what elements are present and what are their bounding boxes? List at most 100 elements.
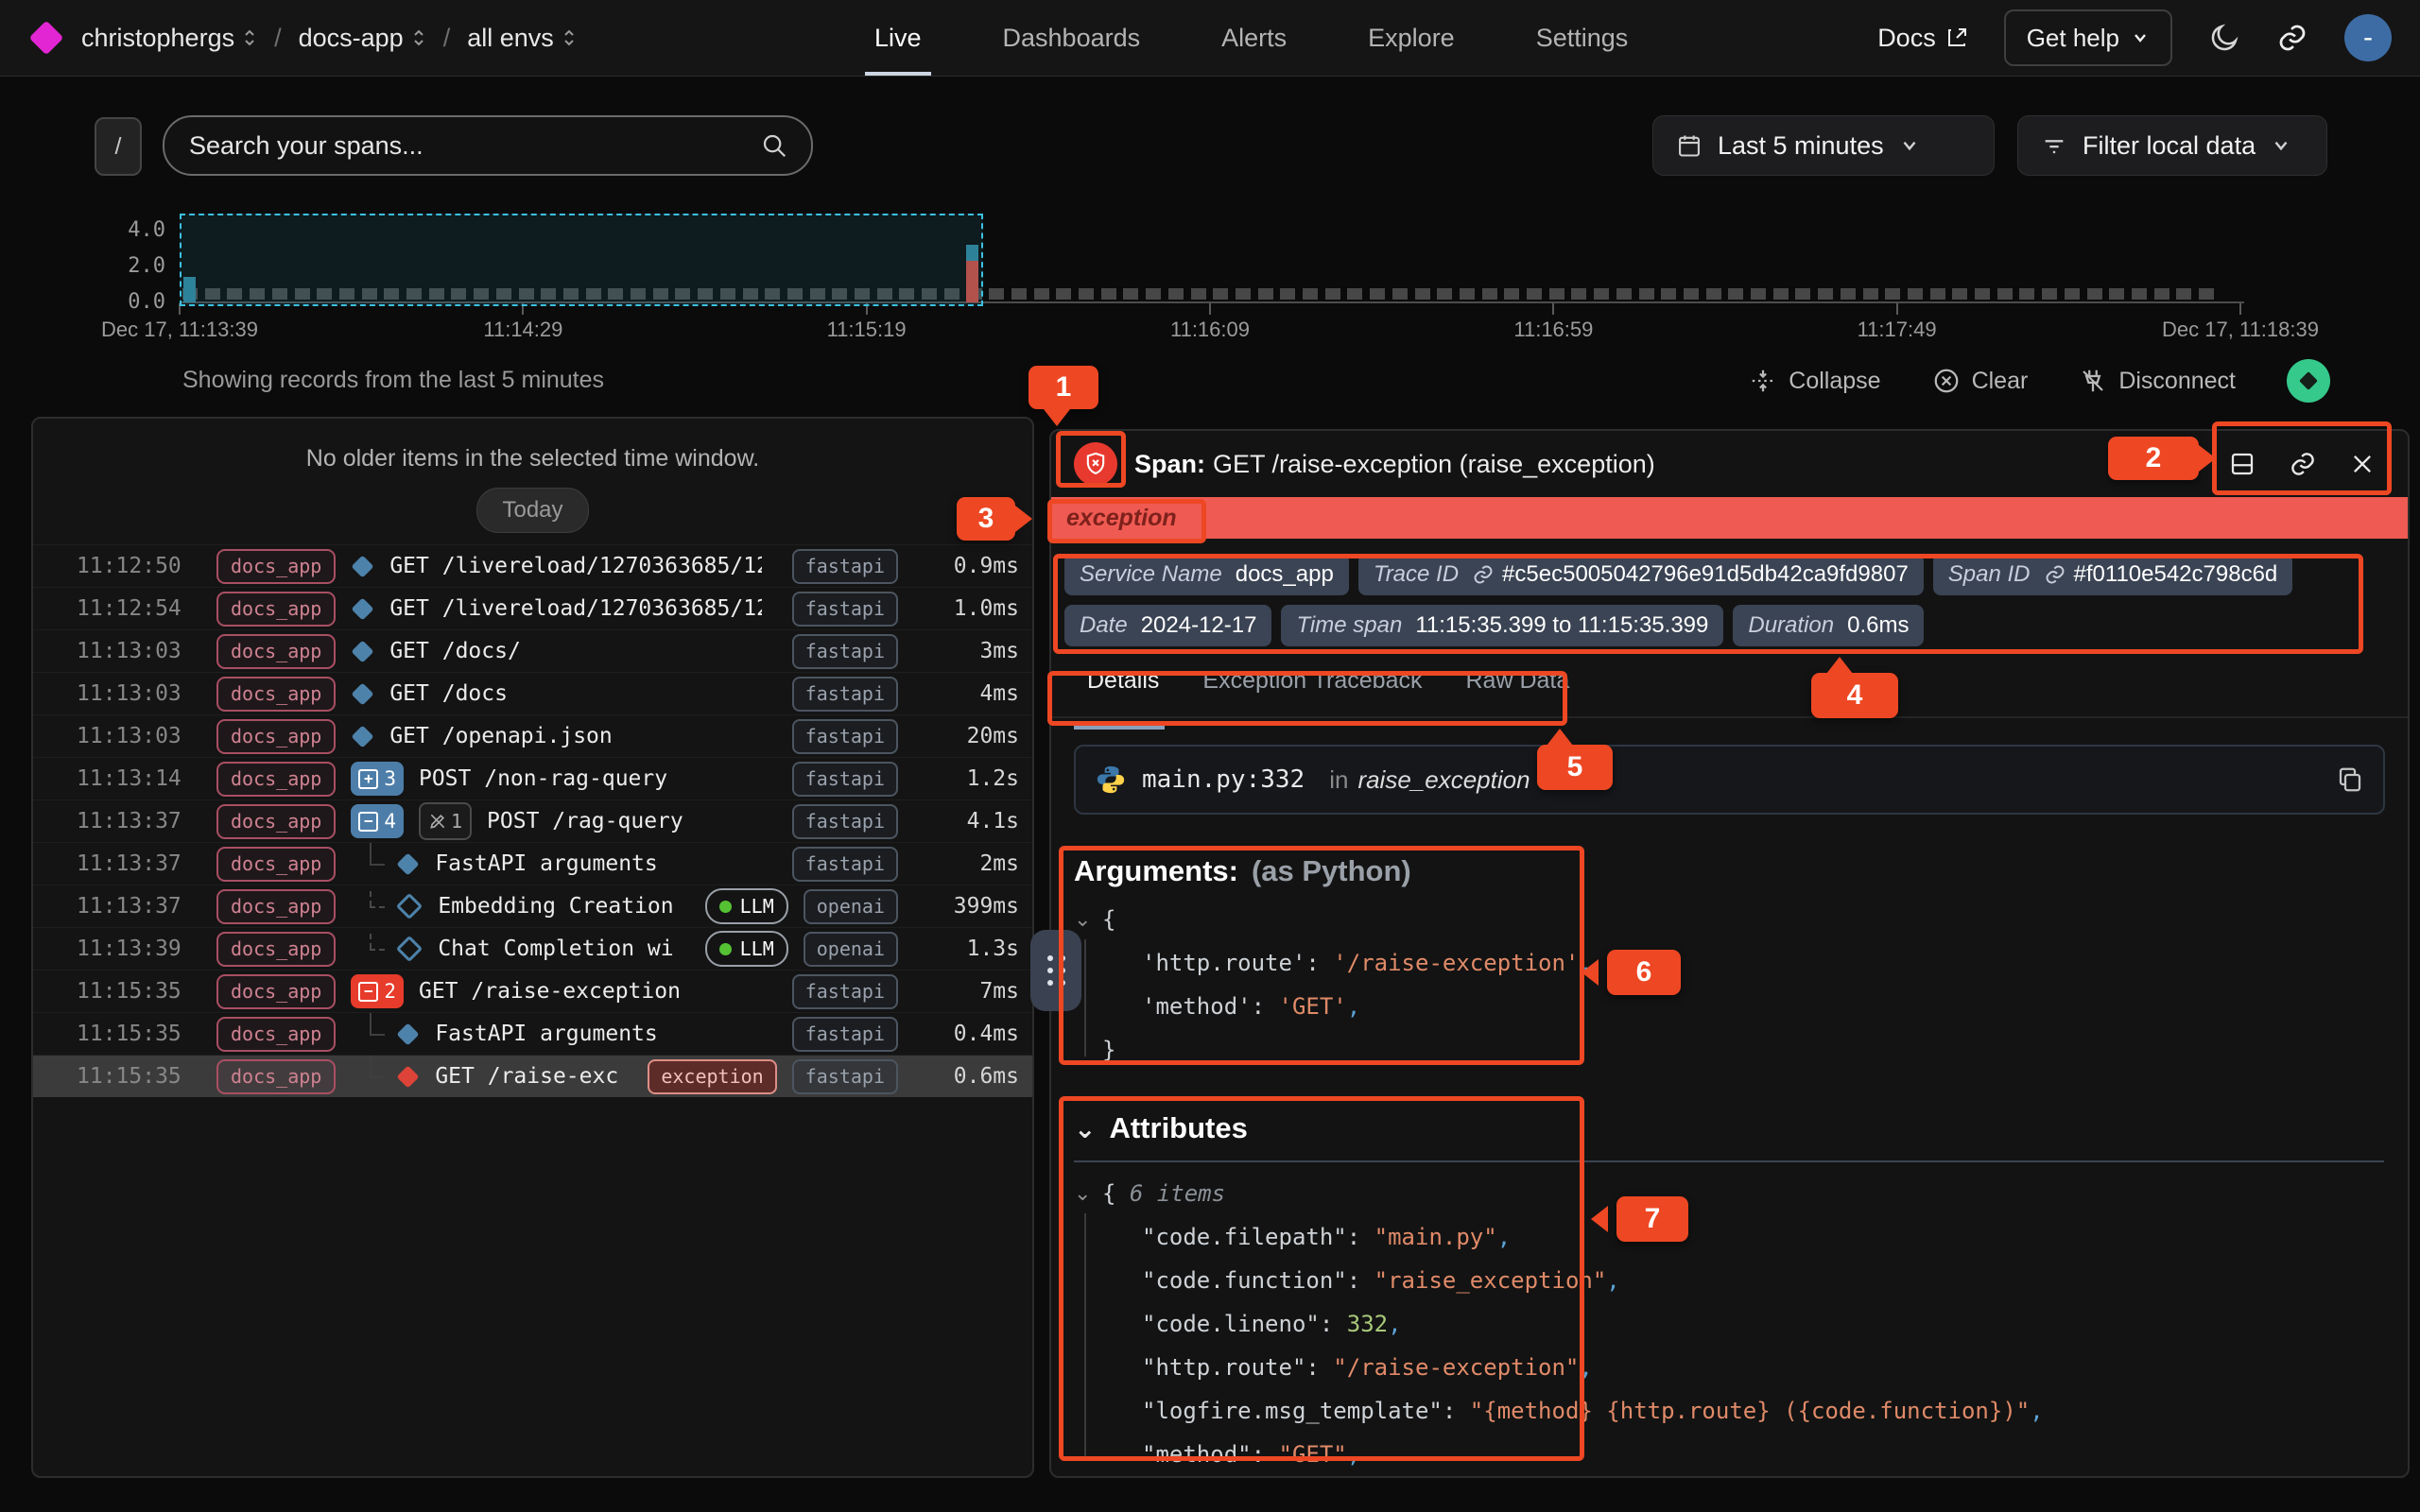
activity-tick xyxy=(1460,288,1475,300)
hidden-spans-badge[interactable]: 1 xyxy=(419,802,472,840)
get-help-label: Get help xyxy=(2027,24,2119,53)
dock-panel-icon[interactable] xyxy=(2228,450,2256,478)
span-bar xyxy=(183,277,196,302)
span-name: GET /livereload/1270363685/1270… xyxy=(389,596,761,621)
time-range-button[interactable]: Last 5 minutes xyxy=(1652,115,1995,176)
table-row[interactable]: 11:13:37docs_appEmbedding Creation wit…L… xyxy=(33,885,1032,927)
code-line: 'http.route': '/raise-exception', xyxy=(1074,941,2408,985)
activity-tick xyxy=(317,288,332,300)
docs-link[interactable]: Docs xyxy=(1877,24,1968,53)
list-actions: Collapse Clear Disconnect xyxy=(1749,359,2330,403)
metadata-value: #f0110e542c798c6d xyxy=(2074,561,2278,588)
activity-tick xyxy=(1347,288,1362,300)
collapse-button[interactable]: Collapse xyxy=(1749,367,1880,395)
metadata-value: docs_app xyxy=(1236,561,1334,588)
time-selection-region[interactable] xyxy=(180,214,983,306)
share-link-icon[interactable] xyxy=(2276,22,2308,54)
span-diamond-icon xyxy=(352,597,374,620)
close-icon[interactable] xyxy=(2349,451,2376,477)
tab-explore[interactable]: Explore xyxy=(1368,0,1455,76)
row-timestamp: 11:12:54 xyxy=(77,596,201,621)
chevron-down-icon xyxy=(1899,135,1920,156)
framework-tag: openai xyxy=(804,889,898,924)
activity-tick xyxy=(1728,288,1743,300)
table-row[interactable]: 11:15:35docs_app−2GET /raise-exceptionfa… xyxy=(33,970,1032,1012)
clear-button[interactable]: Clear xyxy=(1932,367,2029,395)
service-badge: docs_app xyxy=(216,677,336,712)
span-name: GET /raise-exception xyxy=(419,979,681,1004)
tab-raw-data[interactable]: Raw Data xyxy=(1466,667,1570,716)
row-timestamp: 11:13:03 xyxy=(77,639,201,663)
x-axis-tick xyxy=(866,303,868,315)
table-row[interactable]: 11:13:03docs_appGET /docs/fastapi3ms xyxy=(33,629,1032,672)
span-name: GET /livereload/1270363685/1270… xyxy=(389,554,761,578)
x-axis-tick-label: Dec 17, 11:18:39 xyxy=(2136,318,2344,342)
search-input[interactable] xyxy=(187,130,749,162)
table-row[interactable]: 11:13:39docs_appChat Completion with '…L… xyxy=(33,927,1032,970)
table-row[interactable]: 11:13:37docs_appFastAPI argumentsfastapi… xyxy=(33,842,1032,885)
child-count: 2 xyxy=(384,980,396,1003)
table-row[interactable]: 11:12:50docs_appGET /livereload/12703636… xyxy=(33,544,1032,587)
slash-shortcut-key: / xyxy=(95,117,142,176)
activity-tick xyxy=(406,288,422,300)
clear-label: Clear xyxy=(1972,368,2029,395)
tree-connector xyxy=(364,843,389,885)
activity-tick xyxy=(1975,288,1990,300)
filter-local-data-button[interactable]: Filter local data xyxy=(2017,115,2327,176)
activity-tick xyxy=(1280,288,1295,300)
tab-settings[interactable]: Settings xyxy=(1536,0,1629,76)
copy-icon[interactable] xyxy=(2336,765,2364,794)
dark-mode-moon-icon[interactable] xyxy=(2208,22,2240,54)
disconnect-button[interactable]: Disconnect xyxy=(2079,367,2236,395)
tab-alerts[interactable]: Alerts xyxy=(1221,0,1287,76)
table-row[interactable]: 11:15:35docs_appGET /raise-exception …ex… xyxy=(33,1055,1032,1097)
clear-icon xyxy=(1932,367,1961,395)
llm-dot-icon xyxy=(719,943,732,955)
activity-tick xyxy=(765,288,780,300)
metadata-value: 2024-12-17 xyxy=(1141,612,1257,639)
chevron-down-icon: ⌄ xyxy=(1074,1113,1096,1144)
collapse-chevron-icon[interactable]: ⌄ xyxy=(1074,908,1102,932)
panel-resize-handle[interactable] xyxy=(1030,930,1081,1011)
chevron-down-icon xyxy=(2131,28,2150,47)
activity-tick xyxy=(1571,288,1586,300)
table-row[interactable]: 11:13:37docs_app−41POST /rag-queryfastap… xyxy=(33,799,1032,842)
tab-live[interactable]: Live xyxy=(874,0,922,76)
get-help-button[interactable]: Get help xyxy=(2004,9,2172,66)
tab-dashboards[interactable]: Dashboards xyxy=(1003,0,1141,76)
logfire-logo-icon[interactable] xyxy=(29,21,64,56)
span-name: POST /rag-query xyxy=(487,809,683,833)
detail-header-icons xyxy=(2228,450,2376,478)
user-avatar[interactable]: - xyxy=(2344,14,2392,61)
activity-tick xyxy=(2087,288,2102,300)
code-text: 'method': 'GET', xyxy=(1142,993,1360,1020)
table-row[interactable]: 11:13:03docs_appGET /docsfastapi4ms xyxy=(33,672,1032,714)
llm-badge: LLM xyxy=(705,931,788,967)
today-button[interactable]: Today xyxy=(476,488,588,533)
expand-collapse-badge[interactable]: +3 xyxy=(351,762,404,796)
expand-collapse-badge[interactable]: −2 xyxy=(351,974,404,1008)
metadata-label: Time span xyxy=(1296,612,1402,639)
table-row[interactable]: 11:13:14docs_app+3POST /non-rag-queryfas… xyxy=(33,757,1032,799)
activity-tick xyxy=(944,288,959,300)
table-row[interactable]: 11:13:03docs_appGET /openapi.jsonfastapi… xyxy=(33,714,1032,757)
activity-tick xyxy=(227,288,242,300)
copy-link-icon[interactable] xyxy=(2289,450,2317,478)
expand-collapse-badge[interactable]: −4 xyxy=(351,804,404,838)
table-row[interactable]: 11:15:35docs_appFastAPI argumentsfastapi… xyxy=(33,1012,1032,1055)
activity-tick xyxy=(631,288,646,300)
collapse-icon xyxy=(1749,367,1777,395)
attributes-title[interactable]: ⌄ Attributes xyxy=(1074,1111,2408,1145)
tab-details[interactable]: Details xyxy=(1087,667,1159,716)
source-location-box[interactable]: main.py:332 inraise_exception xyxy=(1074,745,2385,815)
tab-exception-traceback[interactable]: Exception Traceback xyxy=(1202,667,1422,716)
table-row[interactable]: 11:12:54docs_appGET /livereload/12703636… xyxy=(33,587,1032,629)
collapse-chevron-icon[interactable]: ⌄ xyxy=(1074,1182,1102,1206)
env-selector[interactable]: all envs xyxy=(467,24,577,53)
project-selector[interactable]: docs-app xyxy=(299,24,426,53)
activity-tick xyxy=(339,288,354,300)
org-selector[interactable]: christophergs xyxy=(81,24,257,53)
activity-tick xyxy=(608,288,623,300)
activity-tick xyxy=(1841,288,1856,300)
live-connection-status[interactable] xyxy=(2287,359,2330,403)
